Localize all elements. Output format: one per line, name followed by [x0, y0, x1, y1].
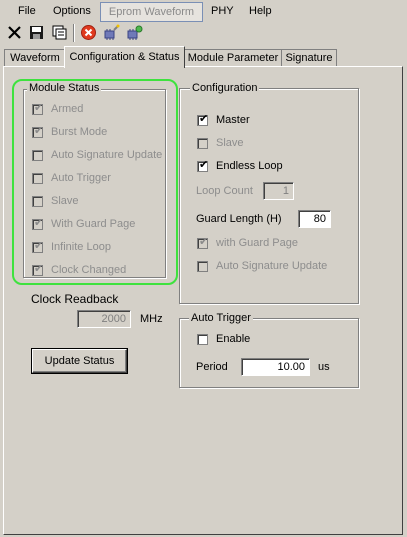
config-auto-signature-checkbox: [197, 261, 208, 272]
status-label: Infinite Loop: [51, 241, 111, 253]
tab-configuration-status[interactable]: Configuration & Status: [64, 46, 185, 68]
menu-file[interactable]: File: [18, 4, 36, 19]
period-field[interactable]: 10.00: [241, 358, 310, 376]
status-label: Auto Trigger: [51, 172, 111, 184]
status-checkbox: ✔: [32, 125, 44, 138]
menu-eprom-waveform[interactable]: Eprom Waveform: [100, 2, 203, 22]
update-status-button[interactable]: Update Status: [32, 349, 127, 373]
config-slave-checkbox: [197, 138, 208, 149]
status-checkbox: [32, 173, 43, 184]
period-label: Period: [196, 361, 228, 373]
status-checkbox: [32, 150, 43, 161]
loop-count-label: Loop Count: [196, 185, 253, 197]
clock-unit: MHz: [140, 313, 163, 325]
check-mark-icon: ✔: [34, 102, 44, 114]
master-label: Master: [216, 114, 250, 126]
close-x-icon[interactable]: [6, 24, 23, 41]
master-checkbox[interactable]: ✔: [197, 113, 208, 126]
save-icon[interactable]: [28, 24, 45, 41]
tab-module-parameter[interactable]: Module Parameter: [184, 49, 282, 67]
toolbar-separator: [73, 24, 75, 42]
endless-loop-checkbox[interactable]: ✔: [197, 159, 208, 172]
with-guard-page-label: with Guard Page: [216, 237, 298, 249]
auto-trigger-title: Auto Trigger: [189, 312, 253, 325]
copy-icon[interactable]: [51, 24, 68, 41]
chip-settings-icon[interactable]: [126, 24, 143, 41]
module-status-title: Module Status: [27, 82, 102, 95]
status-checkbox: ✔: [32, 263, 44, 276]
menu-options[interactable]: Options: [53, 4, 91, 19]
check-mark-icon: ✔: [34, 263, 44, 275]
period-unit: us: [318, 361, 330, 373]
status-label: Armed: [51, 103, 84, 115]
config-slave-label: Slave: [216, 137, 244, 149]
check-mark-icon: ✔: [34, 240, 44, 252]
with-guard-page-checkbox: ✔: [197, 236, 209, 249]
guard-length-field[interactable]: 80: [298, 210, 331, 228]
clock-readback-label: Clock Readback: [31, 292, 119, 306]
status-checkbox: ✔: [32, 240, 44, 253]
clock-readback-field: 2000: [77, 310, 131, 328]
status-label: With Guard Page: [51, 218, 136, 230]
menu-help[interactable]: Help: [249, 4, 272, 19]
endless-loop-label: Endless Loop: [216, 160, 283, 172]
enable-checkbox[interactable]: [197, 334, 208, 345]
status-label: Burst Mode: [51, 126, 108, 138]
check-mark-icon: ✔: [34, 125, 44, 137]
status-label: Auto Signature Update: [51, 149, 163, 161]
auto-trigger-group: [179, 318, 359, 388]
guard-length-label: Guard Length (H): [196, 213, 282, 225]
menu-bar: File Options Eprom Waveform PHY Help: [0, 0, 407, 22]
tab-waveform[interactable]: Waveform: [4, 49, 66, 67]
config-auto-signature-label: Auto Signature Update: [216, 260, 328, 272]
check-mark-icon: ✔: [34, 217, 44, 229]
stop-icon[interactable]: [80, 24, 97, 41]
tab-signature[interactable]: Signature: [281, 49, 337, 67]
status-checkbox: ✔: [32, 102, 44, 115]
loop-count-field: 1: [263, 182, 294, 200]
chip-wand-icon[interactable]: [103, 24, 120, 41]
menu-phy[interactable]: PHY: [211, 4, 234, 19]
configuration-title: Configuration: [190, 82, 260, 95]
status-label: Slave: [51, 195, 79, 207]
status-checkbox: [32, 196, 43, 207]
status-label: Clock Changed: [51, 264, 127, 276]
status-checkbox: ✔: [32, 217, 44, 230]
enable-label: Enable: [216, 333, 251, 345]
